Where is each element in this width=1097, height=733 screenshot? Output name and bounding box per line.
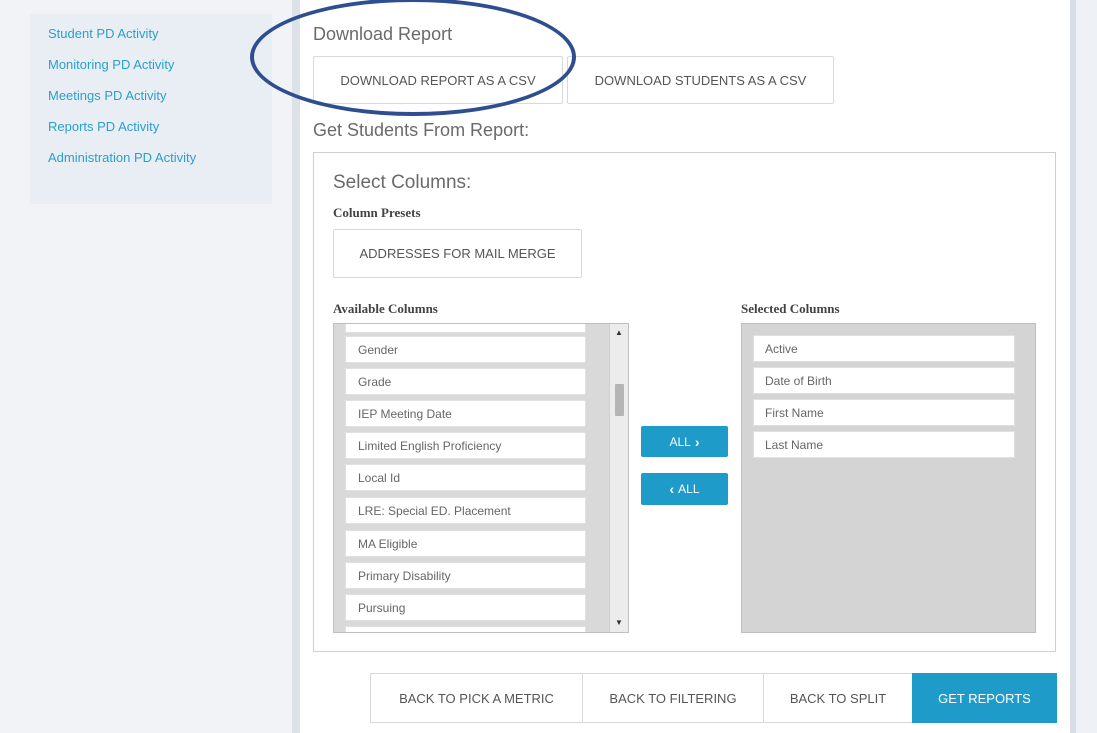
- sidebar-item-student-pd-activity[interactable]: Student PD Activity: [48, 26, 159, 41]
- chevron-right-icon: ›: [694, 433, 700, 450]
- move-all-right-label: ALL: [669, 434, 691, 449]
- get-reports-button[interactable]: Get Reports: [912, 673, 1057, 723]
- list-item[interactable]: Pursuing: [345, 594, 586, 621]
- list-item[interactable]: Limited English Proficiency: [345, 432, 586, 459]
- wizard-navigation: Back to Pick a Metric Back to Filtering …: [370, 673, 1057, 723]
- back-to-filtering-button[interactable]: Back to Filtering: [582, 673, 764, 723]
- list-item[interactable]: Gender: [345, 336, 586, 363]
- scroll-up-arrow-icon[interactable]: ▲: [610, 326, 628, 340]
- list-item[interactable]: Local Id: [345, 464, 586, 491]
- scrollbar-thumb[interactable]: [615, 384, 624, 416]
- sidebar-item-reports-pd-activity[interactable]: Reports PD Activity: [48, 119, 159, 134]
- select-columns-title: Select Columns:: [333, 172, 472, 193]
- move-all-left-button[interactable]: ‹ ALL: [641, 473, 728, 505]
- sidebar-item-meetings-pd-activity[interactable]: Meetings PD Activity: [48, 88, 167, 103]
- list-item[interactable]: LRE: Special ED. Placement: [345, 497, 586, 524]
- sidebar: Student PD Activity Monitoring PD Activi…: [0, 0, 292, 733]
- sidebar-item-administration-pd-activity[interactable]: Administration PD Activity: [48, 150, 196, 165]
- column-presets-label: Column Presets: [333, 205, 421, 220]
- sidebar-nav: Student PD Activity Monitoring PD Activi…: [30, 14, 272, 204]
- list-item[interactable]: Last Name: [753, 431, 1015, 458]
- back-to-pick-metric-button[interactable]: Back to Pick a Metric: [370, 673, 583, 723]
- available-columns-label: Available Columns: [333, 301, 438, 316]
- selected-columns-list[interactable]: Active Date of Birth First Name Last Nam…: [741, 323, 1036, 633]
- available-columns-scrollbar[interactable]: ▲ ▼: [609, 324, 628, 632]
- download-report-csv-button[interactable]: Download Report as a CSV: [313, 56, 563, 104]
- scroll-down-arrow-icon[interactable]: ▼: [610, 616, 628, 630]
- selected-columns-label: Selected Columns: [741, 301, 840, 316]
- available-columns-list[interactable]: Gender Grade IEP Meeting Date Limited En…: [333, 323, 629, 633]
- chevron-left-icon: ‹: [669, 481, 675, 497]
- list-item[interactable]: [345, 324, 586, 333]
- move-all-left-label: ALL: [678, 482, 700, 496]
- list-item[interactable]: MA Eligible: [345, 530, 586, 557]
- get-students-title: Get Students From Report:: [313, 120, 530, 140]
- move-all-right-button[interactable]: ALL ›: [641, 426, 728, 457]
- list-item[interactable]: First Name: [753, 399, 1015, 426]
- sidebar-item-monitoring-pd-activity[interactable]: Monitoring PD Activity: [48, 57, 174, 72]
- addresses-mail-merge-button[interactable]: Addresses for Mail Merge: [333, 229, 582, 278]
- back-to-split-button[interactable]: Back to Split: [763, 673, 913, 723]
- download-report-title: Download Report: [313, 24, 453, 44]
- sidebar-divider: [292, 0, 300, 733]
- list-item[interactable]: Date of Birth: [753, 367, 1015, 394]
- list-item[interactable]: [345, 626, 586, 632]
- list-item[interactable]: Active: [753, 335, 1015, 362]
- list-item[interactable]: Grade: [345, 368, 586, 395]
- download-students-csv-button[interactable]: Download Students as a CSV: [567, 56, 834, 104]
- list-item[interactable]: Primary Disability: [345, 562, 586, 589]
- right-gutter: [1070, 0, 1097, 733]
- list-item[interactable]: IEP Meeting Date: [345, 400, 586, 427]
